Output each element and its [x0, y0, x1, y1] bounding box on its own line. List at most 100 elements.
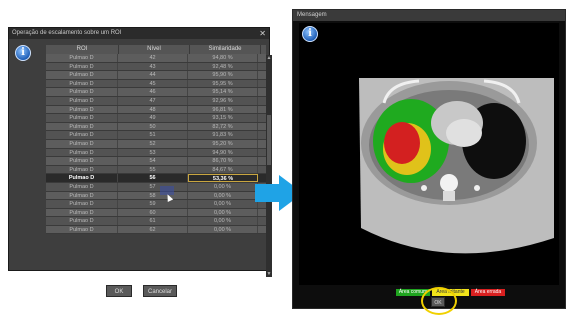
- roi-cell: Pulmao D: [46, 200, 118, 208]
- table-header: ROI Nível Similaridade: [46, 45, 266, 54]
- level-cell: 45: [118, 79, 188, 88]
- roi-cell: Pulmao D: [46, 96, 118, 105]
- roi-cell: Pulmao D: [46, 131, 118, 139]
- table-row[interactable]: Pulmao D 60 0,00 %: [46, 208, 266, 218]
- table-row[interactable]: Pulmao D 45 95,95 %: [46, 79, 266, 89]
- roi-cell: Pulmao D: [46, 105, 118, 114]
- similarity-cell: 94,80 %: [188, 54, 258, 62]
- table-row[interactable]: Pulmao D 42 94,80 %: [46, 54, 266, 63]
- similarity-cell: 86,70 %: [188, 157, 258, 165]
- column-header-roi[interactable]: ROI: [46, 45, 119, 54]
- table-row[interactable]: Pulmao D 58 0,00 %: [46, 191, 266, 201]
- similarity-cell: 95,95 %: [188, 79, 258, 88]
- roi-cell: Pulmao D: [46, 122, 118, 131]
- similarity-cell: 95,14 %: [188, 88, 258, 96]
- level-cell: 50: [118, 122, 188, 131]
- roi-cell: Pulmao D: [46, 139, 118, 148]
- roi-table: ROI Nível Similaridade Pulmao D 42 94,80 %…: [46, 45, 266, 277]
- ok-button[interactable]: OK: [106, 285, 132, 297]
- roi-cell: Pulmao D: [46, 217, 118, 225]
- similarity-cell: 84,67 %: [188, 165, 258, 174]
- table-row[interactable]: Pulmao D 44 95,90 %: [46, 71, 266, 80]
- roi-cell: Pulmao D: [46, 79, 118, 88]
- roi-cell: Pulmao D: [46, 71, 118, 79]
- table-row[interactable]: Pulmao D 46 95,14 %: [46, 88, 266, 97]
- table-row[interactable]: Pulmao D 52 95,20 %: [46, 139, 266, 149]
- table-row[interactable]: Pulmao D 43 92,48 %: [46, 62, 266, 72]
- similarity-cell: 93,15 %: [188, 114, 258, 122]
- scroll-up-icon[interactable]: ▲: [266, 55, 272, 61]
- similarity-cell: 0,00 %: [188, 182, 258, 191]
- message-title: Mensagem: [293, 10, 565, 21]
- similarity-cell: 96,81 %: [188, 105, 258, 114]
- cancel-button[interactable]: Cancelar: [143, 285, 177, 297]
- table-row[interactable]: Pulmao D 56 53,36 %: [46, 174, 266, 183]
- info-icon: i: [15, 45, 31, 61]
- level-cell: 54: [118, 157, 188, 165]
- similarity-cell: 0,00 %: [188, 217, 258, 225]
- close-icon[interactable]: ✕: [259, 28, 266, 39]
- table-row[interactable]: Pulmao D 48 96,81 %: [46, 105, 266, 115]
- level-cell: 49: [118, 114, 188, 122]
- table-row[interactable]: Pulmao D 55 84,67 %: [46, 165, 266, 175]
- level-cell: 48: [118, 105, 188, 114]
- roi-cell: Pulmao D: [46, 114, 118, 122]
- table-row[interactable]: Pulmao D 51 91,83 %: [46, 131, 266, 140]
- ct-viewer: i: [299, 23, 559, 285]
- level-cell: 42: [118, 54, 188, 62]
- similarity-cell: 0,00 %: [188, 200, 258, 208]
- level-cell: 55: [118, 165, 188, 174]
- level-cell: 57: [118, 182, 188, 191]
- scrollbar-thumb[interactable]: [267, 115, 271, 165]
- dialog-title: Operação de escalamento sobre um ROI: [9, 28, 269, 39]
- scroll-down-icon[interactable]: ▼: [266, 271, 272, 277]
- roi-cell: Pulmao D: [46, 88, 118, 96]
- level-cell: 52: [118, 139, 188, 148]
- ct-scan-image: [359, 78, 554, 254]
- roi-cell: Pulmao D: [46, 62, 118, 71]
- roi-cell: Pulmao D: [46, 191, 118, 200]
- level-cell: 60: [118, 208, 188, 217]
- similarity-cell: 0,00 %: [188, 225, 258, 234]
- roi-cell: Pulmao D: [46, 174, 118, 182]
- highlight-ring: [421, 287, 457, 315]
- level-cell: 62: [118, 225, 188, 234]
- similarity-cell: 95,90 %: [188, 71, 258, 79]
- roi-cell: Pulmao D: [46, 148, 118, 157]
- roi-cell: Pulmao D: [46, 157, 118, 165]
- level-cell: 47: [118, 96, 188, 105]
- level-cell: 61: [118, 217, 188, 225]
- similarity-cell: 92,48 %: [188, 62, 258, 71]
- scaling-dialog: Operação de escalamento sobre um ROI ✕ i…: [8, 27, 272, 297]
- column-header-level[interactable]: Nível: [119, 45, 190, 54]
- level-cell: 44: [118, 71, 188, 79]
- similarity-cell: 94,90 %: [188, 148, 258, 157]
- roi-cell: Pulmao D: [46, 208, 118, 217]
- table-row[interactable]: Pulmao D 57 0,00 %: [46, 182, 266, 192]
- similarity-cell: 0,00 %: [188, 208, 258, 217]
- column-header-similarity[interactable]: Similaridade: [190, 45, 261, 54]
- table-row[interactable]: Pulmao D 61 0,00 %: [46, 217, 266, 226]
- similarity-cell: 95,20 %: [188, 139, 258, 148]
- table-row[interactable]: Pulmao D 47 92,96 %: [46, 96, 266, 106]
- table-scrollbar[interactable]: ▲ ▼: [266, 55, 272, 277]
- roi-cell: Pulmao D: [46, 182, 118, 191]
- table-row[interactable]: Pulmao D 59 0,00 %: [46, 200, 266, 209]
- table-row[interactable]: Pulmao D 49 93,15 %: [46, 114, 266, 123]
- legend-item: Área errada: [471, 289, 505, 296]
- level-cell: 58: [118, 191, 188, 200]
- similarity-cell: 0,00 %: [188, 191, 258, 200]
- level-cell: 56: [118, 174, 188, 182]
- table-body: Pulmao D 42 94,80 % Pulmao D 43 92,48 % Pulmao…: [46, 54, 266, 235]
- level-cell: 51: [118, 131, 188, 139]
- similarity-cell: 91,83 %: [188, 131, 258, 139]
- info-icon: i: [302, 26, 318, 42]
- table-row[interactable]: Pulmao D 53 94,90 %: [46, 148, 266, 158]
- table-row[interactable]: Pulmao D 50 82,72 %: [46, 122, 266, 132]
- roi-cell: Pulmao D: [46, 225, 118, 234]
- table-row[interactable]: Pulmao D 62 0,00 %: [46, 225, 266, 235]
- table-row[interactable]: Pulmao D 54 86,70 %: [46, 157, 266, 166]
- roi-cell: Pulmao D: [46, 165, 118, 174]
- roi-cell: Pulmao D: [46, 54, 118, 62]
- level-cell: 53: [118, 148, 188, 157]
